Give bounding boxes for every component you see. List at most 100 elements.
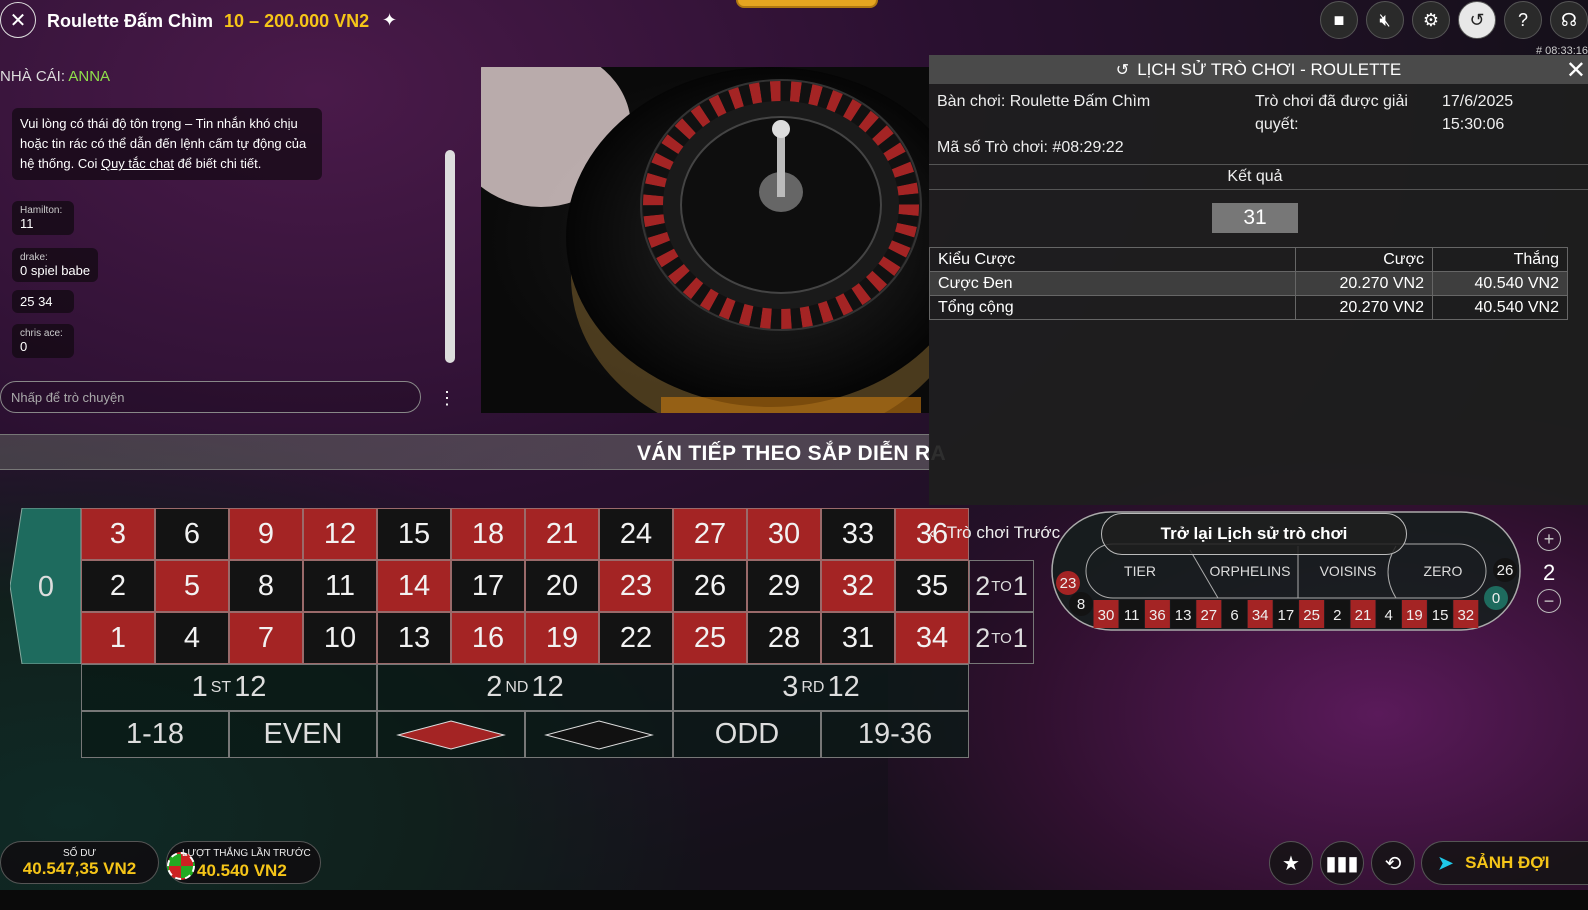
bet-zero[interactable]: 0 bbox=[10, 508, 81, 664]
result-label: Kết quả bbox=[1227, 168, 1283, 185]
balance-value: 40.547,35 VN2 bbox=[22, 859, 137, 878]
bet-number-cell[interactable]: 10 bbox=[303, 612, 377, 664]
history-panel: ↺ LỊCH SỬ TRÒ CHƠI - ROULETTE ✕ Bàn chơi… bbox=[929, 55, 1588, 505]
bet-number-cell[interactable]: 30 bbox=[747, 508, 821, 560]
bet-number-cell[interactable]: 25 bbox=[673, 612, 747, 664]
bet-number-cell[interactable]: 13 bbox=[377, 612, 451, 664]
bet-number-cell[interactable]: 18 bbox=[451, 508, 525, 560]
bet-number-cell[interactable]: 35 bbox=[895, 560, 969, 612]
pin-icon[interactable]: ✦ bbox=[382, 10, 397, 31]
close-icon[interactable]: ✕ bbox=[0, 2, 36, 38]
bet-number-cell[interactable]: 14 bbox=[377, 560, 451, 612]
chevron-left-icon: ‹ bbox=[929, 525, 935, 542]
bet-amount: 20.270 VN2 bbox=[1295, 295, 1433, 320]
video-icon[interactable]: ■ bbox=[1320, 1, 1358, 39]
red-diamond-icon bbox=[396, 719, 506, 750]
col-left: 2 bbox=[975, 622, 991, 653]
bet-number-cell[interactable]: 1 bbox=[81, 612, 155, 664]
bet-number-cell[interactable]: 24 bbox=[599, 508, 673, 560]
dozen-num: 1 bbox=[191, 671, 208, 703]
bet-number-cell[interactable]: 5 bbox=[155, 560, 229, 612]
history-header: ↺ LỊCH SỬ TRÒ CHƠI - ROULETTE bbox=[929, 55, 1588, 84]
gear-icon[interactable]: ⚙ bbox=[1412, 1, 1450, 39]
bet-number-cell[interactable]: 7 bbox=[229, 612, 303, 664]
bet-number-cell[interactable]: 4 bbox=[155, 612, 229, 664]
bet-number-cell[interactable]: 6 bbox=[155, 508, 229, 560]
bet-number-cell[interactable]: 21 bbox=[525, 508, 599, 560]
racetrack-number: 21 bbox=[1355, 607, 1372, 624]
live-video bbox=[481, 67, 929, 413]
bet-number-cell[interactable]: 27 bbox=[673, 508, 747, 560]
more-options-icon[interactable]: ⋮ bbox=[438, 388, 456, 409]
zero-label: 0 bbox=[38, 571, 54, 603]
last-win-display: LƯỢT THẮNG LẦN TRƯỚC 40.540 VN2 bbox=[166, 841, 321, 884]
bet-dozen-1[interactable]: 1 ST 12 bbox=[81, 664, 377, 711]
bet-number-cell[interactable]: 11 bbox=[303, 560, 377, 612]
back-to-history-button[interactable]: Trở lại Lịch sử trò chơi bbox=[1101, 513, 1407, 555]
bet-number-cell[interactable]: 2 bbox=[81, 560, 155, 612]
chat-text: 25 34 bbox=[20, 294, 53, 309]
bet-number-cell[interactable]: 34 bbox=[895, 612, 969, 664]
bet-number-cell[interactable]: 22 bbox=[599, 612, 673, 664]
history-title: LỊCH SỬ TRÒ CHƠI - ROULETTE bbox=[1137, 59, 1402, 79]
bet-number-cell[interactable]: 23 bbox=[599, 560, 673, 612]
zoom-out-icon[interactable]: − bbox=[1537, 589, 1561, 613]
bet-number-cell[interactable]: 17 bbox=[451, 560, 525, 612]
bet-dozen-2[interactable]: 2 ND 12 bbox=[377, 664, 673, 711]
help-icon[interactable]: ? bbox=[1504, 1, 1542, 39]
chat-text: 0 spiel babe bbox=[20, 263, 91, 278]
zoom-in-icon[interactable]: + bbox=[1537, 527, 1561, 551]
headset-icon[interactable]: ☊ bbox=[1550, 1, 1588, 39]
column-bet-1[interactable]: 2 TO 1 bbox=[969, 612, 1034, 664]
bet-red[interactable] bbox=[377, 711, 525, 758]
bet-number-cell[interactable]: 20 bbox=[525, 560, 599, 612]
column-bet-2[interactable]: 2 TO 1 bbox=[969, 560, 1034, 612]
close-icon[interactable]: ✕ bbox=[1566, 56, 1586, 85]
bet-number-cell[interactable]: 32 bbox=[821, 560, 895, 612]
racetrack-section-label[interactable]: ZERO bbox=[1424, 563, 1463, 579]
bet-number-cell[interactable]: 33 bbox=[821, 508, 895, 560]
bet-number-cell[interactable]: 3 bbox=[81, 508, 155, 560]
bet-number-cell[interactable]: 16 bbox=[451, 612, 525, 664]
game-id: Mã số Trò chơi: #08:29:22 bbox=[937, 139, 1124, 156]
bet-number-cell[interactable]: 8 bbox=[229, 560, 303, 612]
bet-black[interactable] bbox=[525, 711, 673, 758]
bet-number-cell[interactable]: 28 bbox=[747, 612, 821, 664]
history-icon[interactable]: ↺ bbox=[1458, 1, 1496, 39]
racetrack-section-label[interactable]: VOISINS bbox=[1320, 563, 1377, 579]
repeat-icon[interactable]: ⟲ bbox=[1371, 841, 1415, 885]
lobby-button[interactable]: ➤ SẢNH ĐỢI bbox=[1421, 841, 1588, 885]
bet-dozen-3[interactable]: 3 RD 12 bbox=[673, 664, 969, 711]
bet-number-cell[interactable]: 29 bbox=[747, 560, 821, 612]
bet-high[interactable]: 19-36 bbox=[821, 711, 969, 758]
bet-low[interactable]: 1-18 bbox=[81, 711, 229, 758]
racetrack-number: 2 bbox=[1333, 607, 1341, 624]
game-title: Roulette Đấm Chìm 10 – 200.000 VN2 bbox=[47, 11, 369, 32]
promo-tab[interactable] bbox=[736, 0, 878, 8]
star-icon[interactable]: ★ bbox=[1269, 841, 1313, 885]
dozen-sup: ST bbox=[210, 678, 232, 696]
table-label: Bàn chơi: Roulette Đấm Chìm bbox=[937, 93, 1151, 110]
racetrack-section-label[interactable]: ORPHELINS bbox=[1210, 563, 1291, 579]
mute-icon[interactable]: 🔇︎ bbox=[1366, 1, 1404, 39]
prev-game-button[interactable]: ‹ Trò chơi Trước bbox=[929, 523, 1060, 543]
chat-rules-link[interactable]: Quy tắc chat bbox=[101, 156, 174, 171]
bet-number-cell[interactable]: 19 bbox=[525, 612, 599, 664]
chat-scrollbar[interactable] bbox=[445, 150, 455, 363]
bet-number-cell[interactable]: 31 bbox=[821, 612, 895, 664]
bet-even[interactable]: EVEN bbox=[229, 711, 377, 758]
bet-number-cell[interactable]: 15 bbox=[377, 508, 451, 560]
stats-icon[interactable]: ▮▮▮ bbox=[1320, 841, 1364, 885]
racetrack-section-label[interactable]: TIER bbox=[1124, 563, 1156, 579]
chat-user: chris ace: bbox=[20, 328, 63, 339]
chat-input[interactable]: Nhấp để trò chuyện bbox=[0, 381, 421, 413]
racetrack-number: 32 bbox=[1457, 607, 1474, 624]
lobby-label: SẢNH ĐỢI bbox=[1465, 853, 1550, 872]
bet-odd[interactable]: ODD bbox=[673, 711, 821, 758]
prev-game-label: Trò chơi Trước bbox=[946, 523, 1061, 542]
win-amount: 40.540 VN2 bbox=[1432, 271, 1568, 296]
bet-number-cell[interactable]: 12 bbox=[303, 508, 377, 560]
bet-number-cell[interactable]: 9 bbox=[229, 508, 303, 560]
bet-number-cell[interactable]: 26 bbox=[673, 560, 747, 612]
dealer-label: NHÀ CÁI: bbox=[0, 68, 66, 85]
